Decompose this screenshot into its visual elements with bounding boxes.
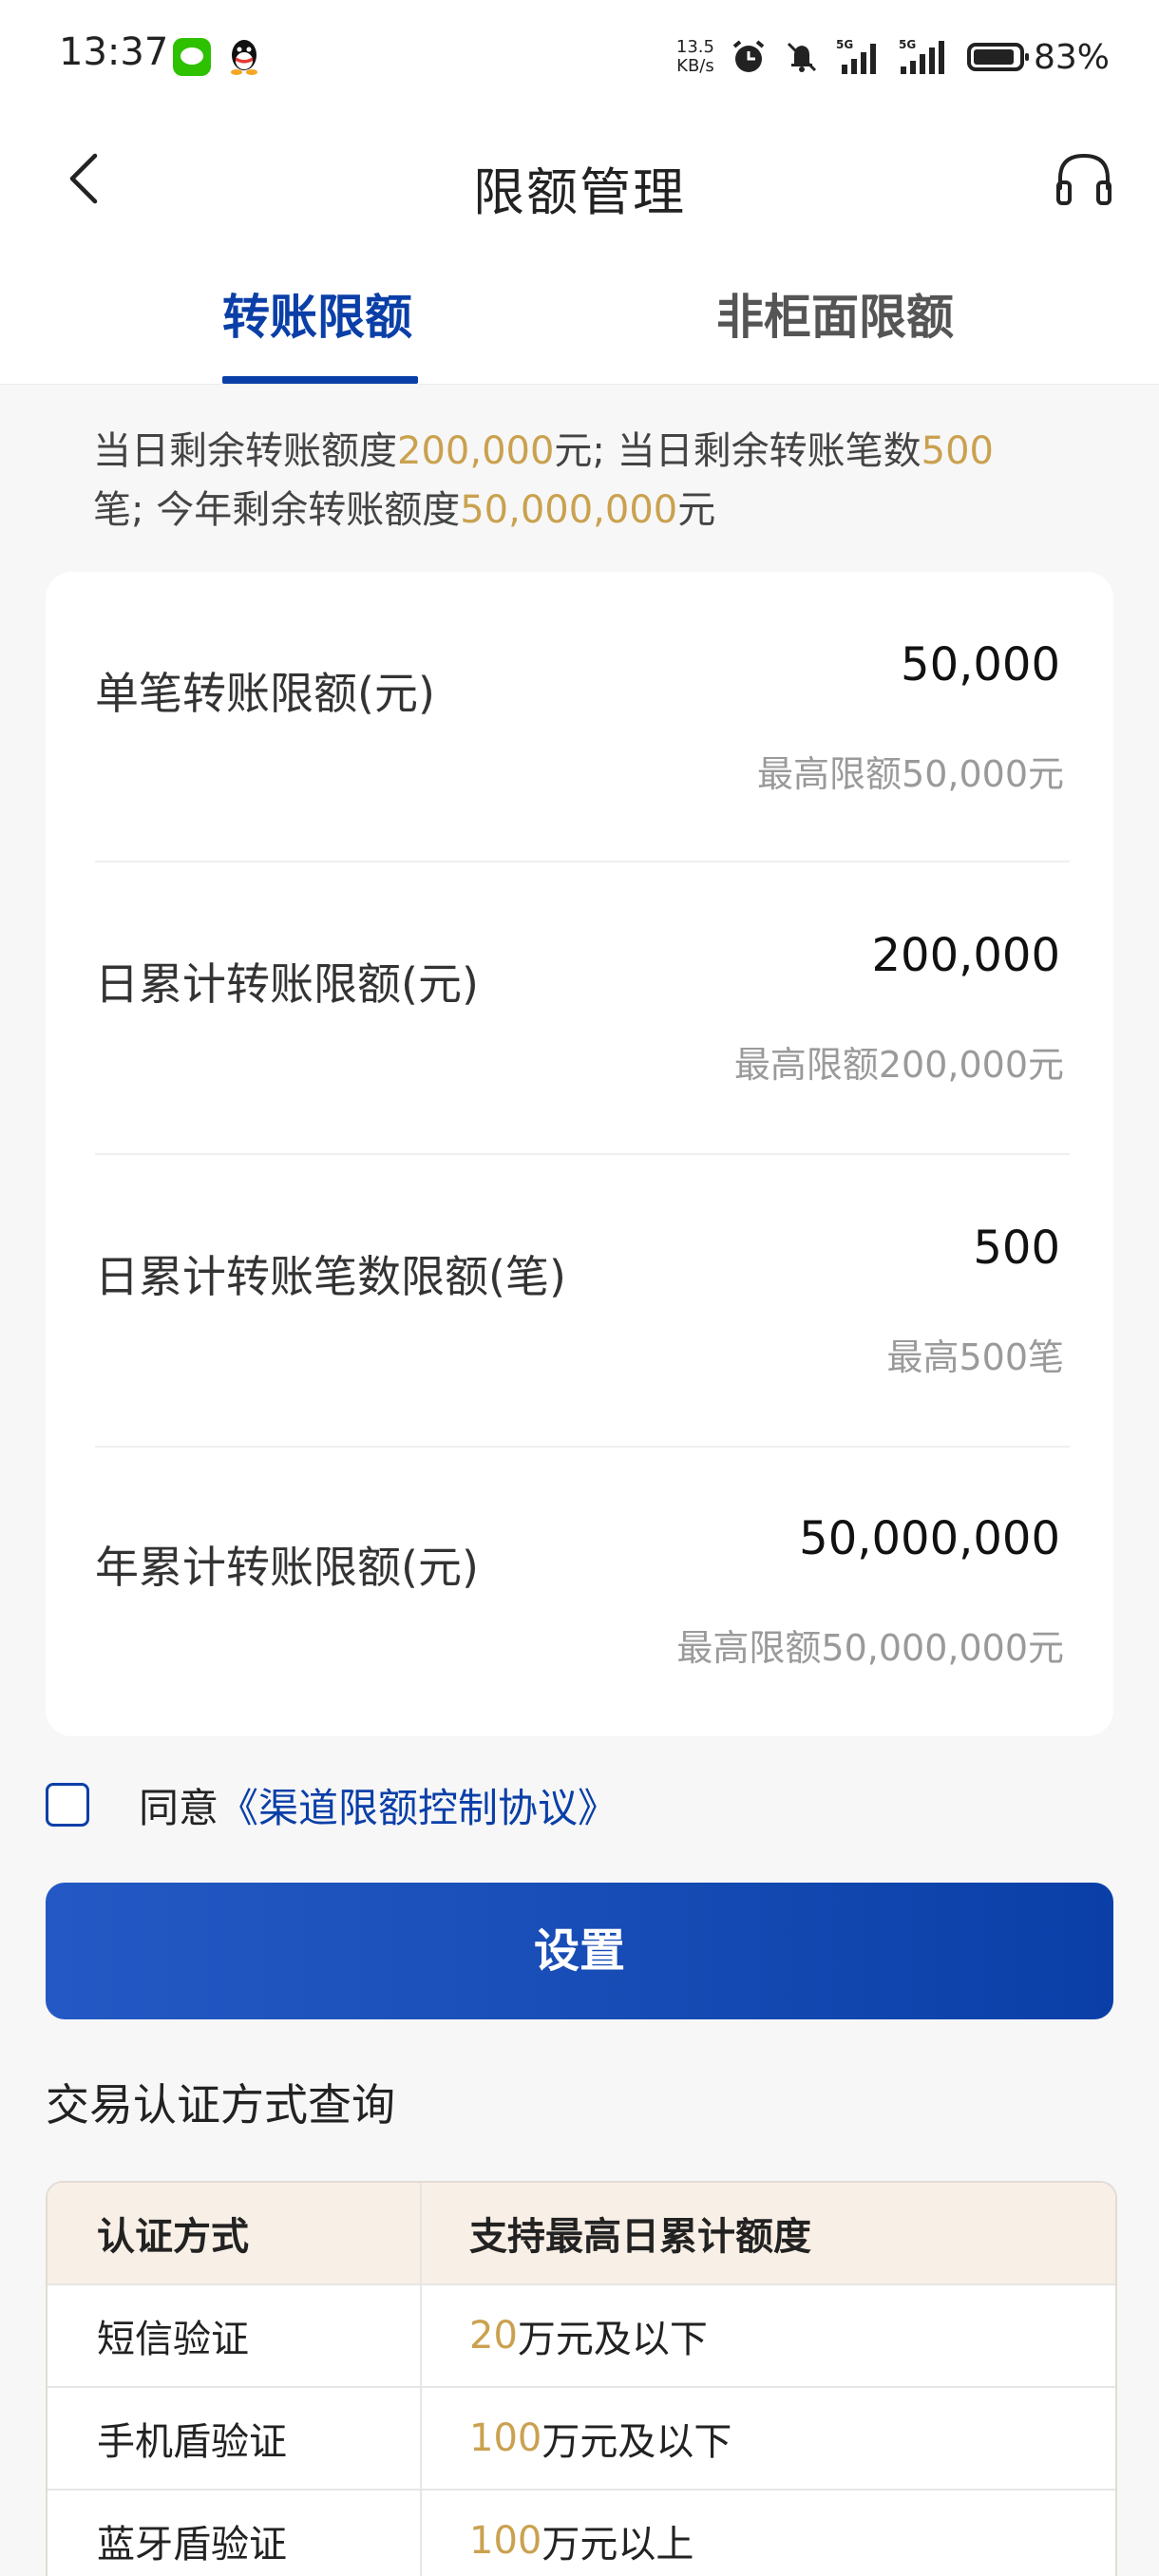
agreement-row: 同意 《渠道限额控制协议》 [46, 1774, 618, 1835]
agreement-prefix: 同意 [139, 1784, 219, 1831]
table-row: 手机盾验证 100 万元及以下 [48, 2388, 1115, 2491]
limit-max-hint: 最高限额50,000元 [757, 753, 1064, 795]
auth-amount-cell: 100 万元及以下 [469, 2416, 732, 2464]
auth-method-section-title: 交易认证方式查询 [46, 2079, 395, 2131]
limit-label: 年累计转账限额(元) [95, 1542, 479, 1593]
yearly-transfer-limit-row: 年累计转账限额(元) 50,000,000 最高限额50,000,000元 [46, 1446, 1113, 1736]
single-transfer-limit-row: 单笔转账限额(元) 50,000 最高限额50,000元 [46, 572, 1113, 862]
limit-label: 日累计转账限额(元) [95, 958, 479, 1010]
auth-amount-cell: 20 万元及以下 [469, 2314, 708, 2361]
limit-tabs: 转账限额 非柜面限额 [0, 247, 1159, 385]
remaining-daily-count: 500 [921, 429, 994, 473]
limit-max-hint: 最高500笔 [886, 1336, 1064, 1378]
agreement-link[interactable]: 《渠道限额控制协议》 [218, 1776, 618, 1834]
yearly-transfer-limit-input[interactable]: 50,000,000 [799, 1512, 1060, 1565]
daily-transfer-limit-input[interactable]: 200,000 [872, 929, 1061, 982]
table-header-row: 认证方式 支持最高日累计额度 [48, 2183, 1115, 2285]
status-bar: 13:37 13.5 KB/s 5G 5G 83% [0, 0, 1159, 114]
alarm-icon [732, 40, 765, 72]
limit-max-hint: 最高限额200,000元 [733, 1044, 1064, 1086]
mute-icon [787, 42, 817, 72]
single-transfer-limit-input[interactable]: 50,000 [901, 638, 1060, 691]
tab-non-counter-limit[interactable]: 非柜面限额 [716, 279, 954, 348]
battery-status: 83% [966, 37, 1110, 77]
table-row: 短信验证 20 万元及以下 [48, 2285, 1115, 2388]
limit-label: 单笔转账限额(元) [95, 668, 435, 719]
table-header-amount: 支持最高日累计额度 [469, 2215, 811, 2259]
page-title: 限额管理 [473, 162, 686, 222]
auth-method-table: 认证方式 支持最高日累计额度 短信验证 20 万元及以下 手机盾验证 100 万元及… [46, 2181, 1117, 2576]
limit-settings-card: 单笔转账限额(元) 50,000 最高限额50,000元 日累计转账限额(元) … [46, 572, 1113, 1736]
svg-text:5G: 5G [836, 38, 853, 51]
battery-percent: 83% [1033, 37, 1110, 77]
wechat-notification-icon [173, 38, 211, 76]
daily-transfer-count-input[interactable]: 500 [973, 1222, 1060, 1275]
auth-method-cell: 蓝牙盾验证 [48, 2491, 422, 2576]
daily-transfer-limit-row: 日累计转账限额(元) 200,000 最高限额200,000元 [46, 862, 1113, 1153]
table-header-method: 认证方式 [48, 2183, 422, 2283]
daily-transfer-count-row: 日累计转账笔数限额(笔) 500 最高500笔 [46, 1155, 1113, 1446]
qq-notification-icon [231, 40, 257, 75]
auth-method-cell: 手机盾验证 [48, 2388, 422, 2489]
status-indicators: 13.5 KB/s 5G 5G 83% [676, 28, 1110, 85]
limit-management-screen: 13:37 13.5 KB/s 5G 5G 83% 限额管理 转账限额 非柜面限… [0, 0, 1159, 2576]
limit-max-hint: 最高限额50,000,000元 [676, 1627, 1064, 1669]
network-speed: 13.5 KB/s [675, 37, 714, 76]
tab-transfer-limit[interactable]: 转账限额 [222, 279, 412, 348]
battery-icon [966, 43, 1029, 71]
remaining-yearly-amount: 50,000,000 [460, 488, 678, 532]
auth-method-cell: 短信验证 [48, 2285, 422, 2386]
customer-service-headset-icon[interactable] [1051, 146, 1117, 213]
signal-5g-icon: 5G [836, 38, 876, 74]
set-limit-button[interactable]: 设置 [46, 1883, 1113, 2019]
active-tab-indicator [222, 376, 418, 384]
auth-amount-cell: 100 万元以上 [469, 2519, 694, 2567]
remaining-quota-summary: 当日剩余转账额度200,000元; 当日剩余转账笔数500 笔; 今年剩余转账额度… [93, 429, 994, 532]
svg-text:5G: 5G [899, 38, 916, 51]
limit-label: 日累计转账笔数限额(笔) [95, 1251, 566, 1302]
signal-5g-icon-2: 5G [899, 38, 944, 74]
agreement-checkbox[interactable] [46, 1783, 89, 1827]
status-time: 13:37 [59, 30, 169, 74]
table-row: 蓝牙盾验证 100 万元以上 [48, 2491, 1115, 2576]
remaining-daily-amount: 200,000 [397, 429, 555, 473]
top-navbar: 限额管理 [0, 114, 1159, 247]
